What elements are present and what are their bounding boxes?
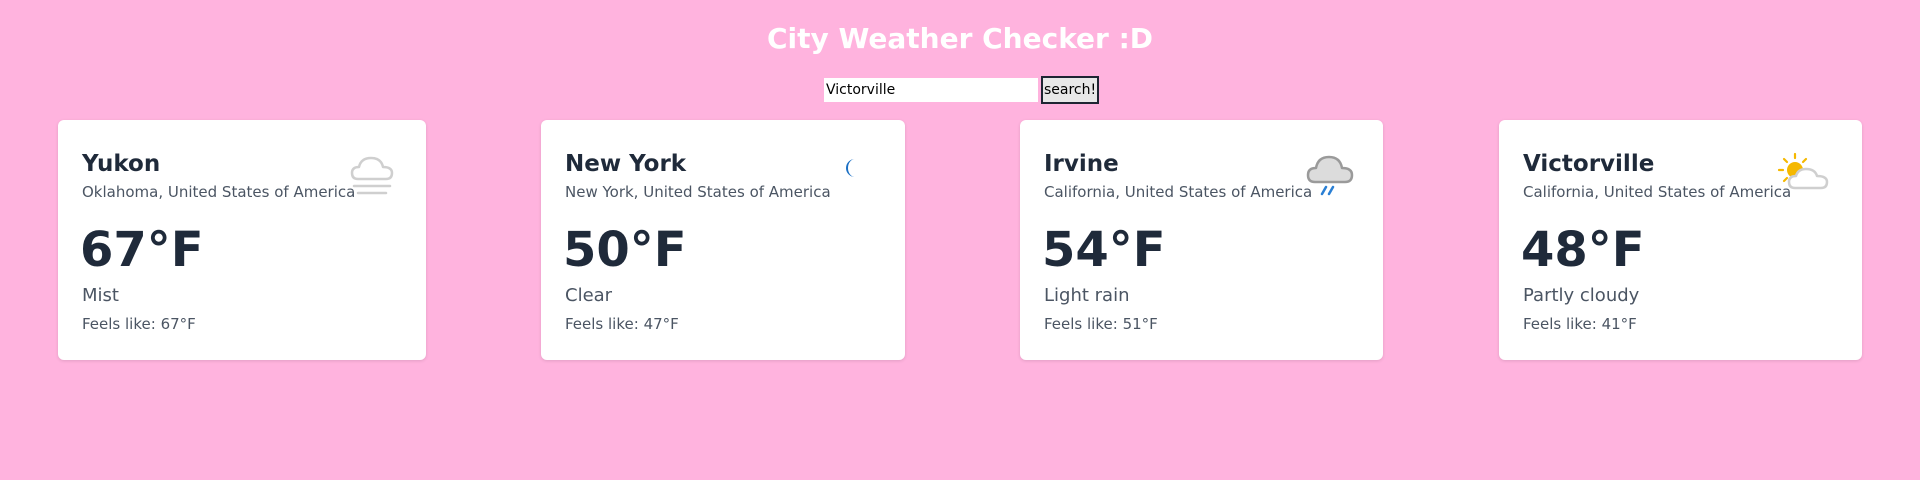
- card-region: New York, United States of America: [565, 183, 831, 201]
- search-input[interactable]: [824, 78, 1038, 102]
- search-bar: search!: [824, 76, 1100, 104]
- feels-like-value: 47°F: [643, 315, 679, 333]
- card-condition: Partly cloudy: [1523, 285, 1640, 306]
- mist-icon: [344, 148, 402, 206]
- card-temperature: 67°F: [80, 222, 204, 278]
- weather-card-victorville: Victorville California, United States of…: [1499, 120, 1862, 360]
- card-feels-like: Feels like: 67°F: [82, 313, 196, 335]
- card-condition: Mist: [82, 285, 119, 306]
- card-temperature: 54°F: [1042, 222, 1166, 278]
- feels-like-value: 41°F: [1601, 315, 1637, 333]
- card-region: California, United States of America: [1523, 183, 1792, 201]
- partly-cloudy-icon: [1775, 148, 1833, 206]
- search-button[interactable]: search!: [1041, 76, 1100, 104]
- weather-card-new-york: New York New York, United States of Amer…: [541, 120, 905, 360]
- page-title: City Weather Checker :D: [766, 22, 1154, 55]
- card-condition: Clear: [565, 285, 613, 306]
- feels-like-label: Feels like:: [565, 315, 644, 333]
- weather-card-yukon: Yukon Oklahoma, United States of America…: [58, 120, 426, 360]
- card-feels-like: Feels like: 47°F: [565, 313, 679, 335]
- card-city-name: Irvine: [1044, 151, 1119, 177]
- card-region: California, United States of America: [1044, 183, 1313, 201]
- rain-cloud-icon: [1302, 148, 1360, 206]
- card-condition: Light rain: [1044, 285, 1130, 306]
- card-temperature: 50°F: [563, 222, 687, 278]
- feels-like-label: Feels like:: [1044, 315, 1123, 333]
- feels-like-value: 67°F: [160, 315, 196, 333]
- card-city-name: Yukon: [82, 151, 161, 177]
- feels-like-value: 51°F: [1122, 315, 1158, 333]
- card-temperature: 48°F: [1521, 222, 1645, 278]
- card-city-name: Victorville: [1523, 151, 1655, 177]
- moon-icon: [822, 148, 880, 206]
- card-city-name: New York: [565, 151, 687, 177]
- card-feels-like: Feels like: 41°F: [1523, 313, 1637, 335]
- weather-card-irvine: Irvine California, United States of Amer…: [1020, 120, 1383, 360]
- card-region: Oklahoma, United States of America: [82, 183, 356, 201]
- feels-like-label: Feels like:: [82, 315, 161, 333]
- card-feels-like: Feels like: 51°F: [1044, 313, 1158, 335]
- feels-like-label: Feels like:: [1523, 315, 1602, 333]
